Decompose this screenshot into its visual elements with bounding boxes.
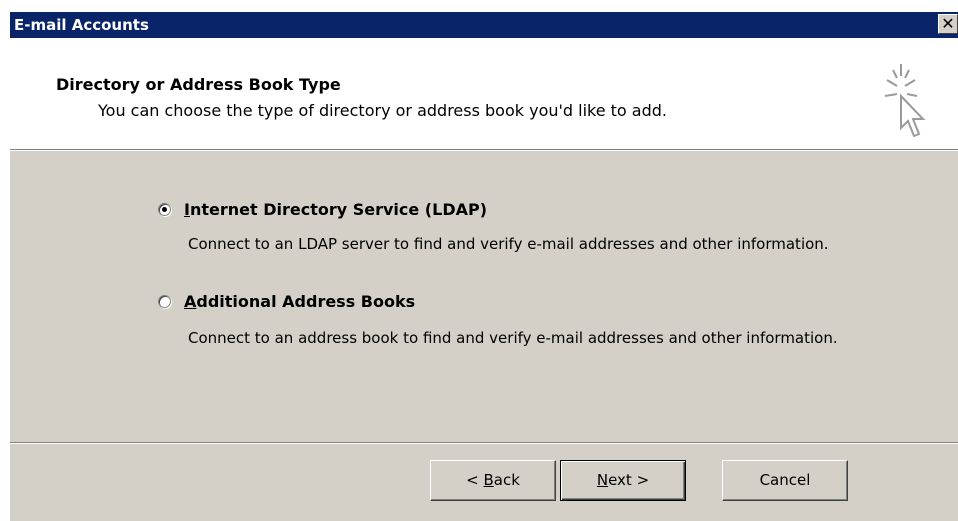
back-button[interactable]: < Back xyxy=(430,460,556,501)
window-title: E-mail Accounts xyxy=(14,16,149,34)
additional-address-books-label[interactable]: Additional Address Books xyxy=(184,292,415,311)
email-accounts-dialog: E-mail Accounts ✕ Directory or Address B… xyxy=(10,12,958,521)
ldap-description: Connect to an LDAP server to find and ve… xyxy=(188,235,829,253)
additional-address-books-description: Connect to an address book to find and v… xyxy=(188,329,838,347)
option-ldap[interactable]: Internet Directory Service (LDAP) xyxy=(158,200,487,219)
option-additional-address-books[interactable]: Additional Address Books xyxy=(158,292,415,311)
header-divider xyxy=(10,149,958,151)
wizard-header: Directory or Address Book Type You can c… xyxy=(10,38,958,149)
close-icon: ✕ xyxy=(941,14,955,33)
ldap-radio[interactable] xyxy=(158,203,171,216)
ldap-label[interactable]: Internet Directory Service (LDAP) xyxy=(184,200,487,219)
cancel-button[interactable]: Cancel xyxy=(722,460,848,501)
additional-address-books-radio[interactable] xyxy=(158,295,171,308)
next-button[interactable]: Next > xyxy=(560,460,686,501)
title-bar[interactable]: E-mail Accounts ✕ xyxy=(10,12,958,38)
button-divider xyxy=(10,442,958,444)
page-subtitle: You can choose the type of directory or … xyxy=(98,101,668,120)
page-title: Directory or Address Book Type xyxy=(56,75,341,94)
close-button[interactable]: ✕ xyxy=(938,14,958,34)
wizard-sparkle-cursor-icon xyxy=(884,64,926,138)
